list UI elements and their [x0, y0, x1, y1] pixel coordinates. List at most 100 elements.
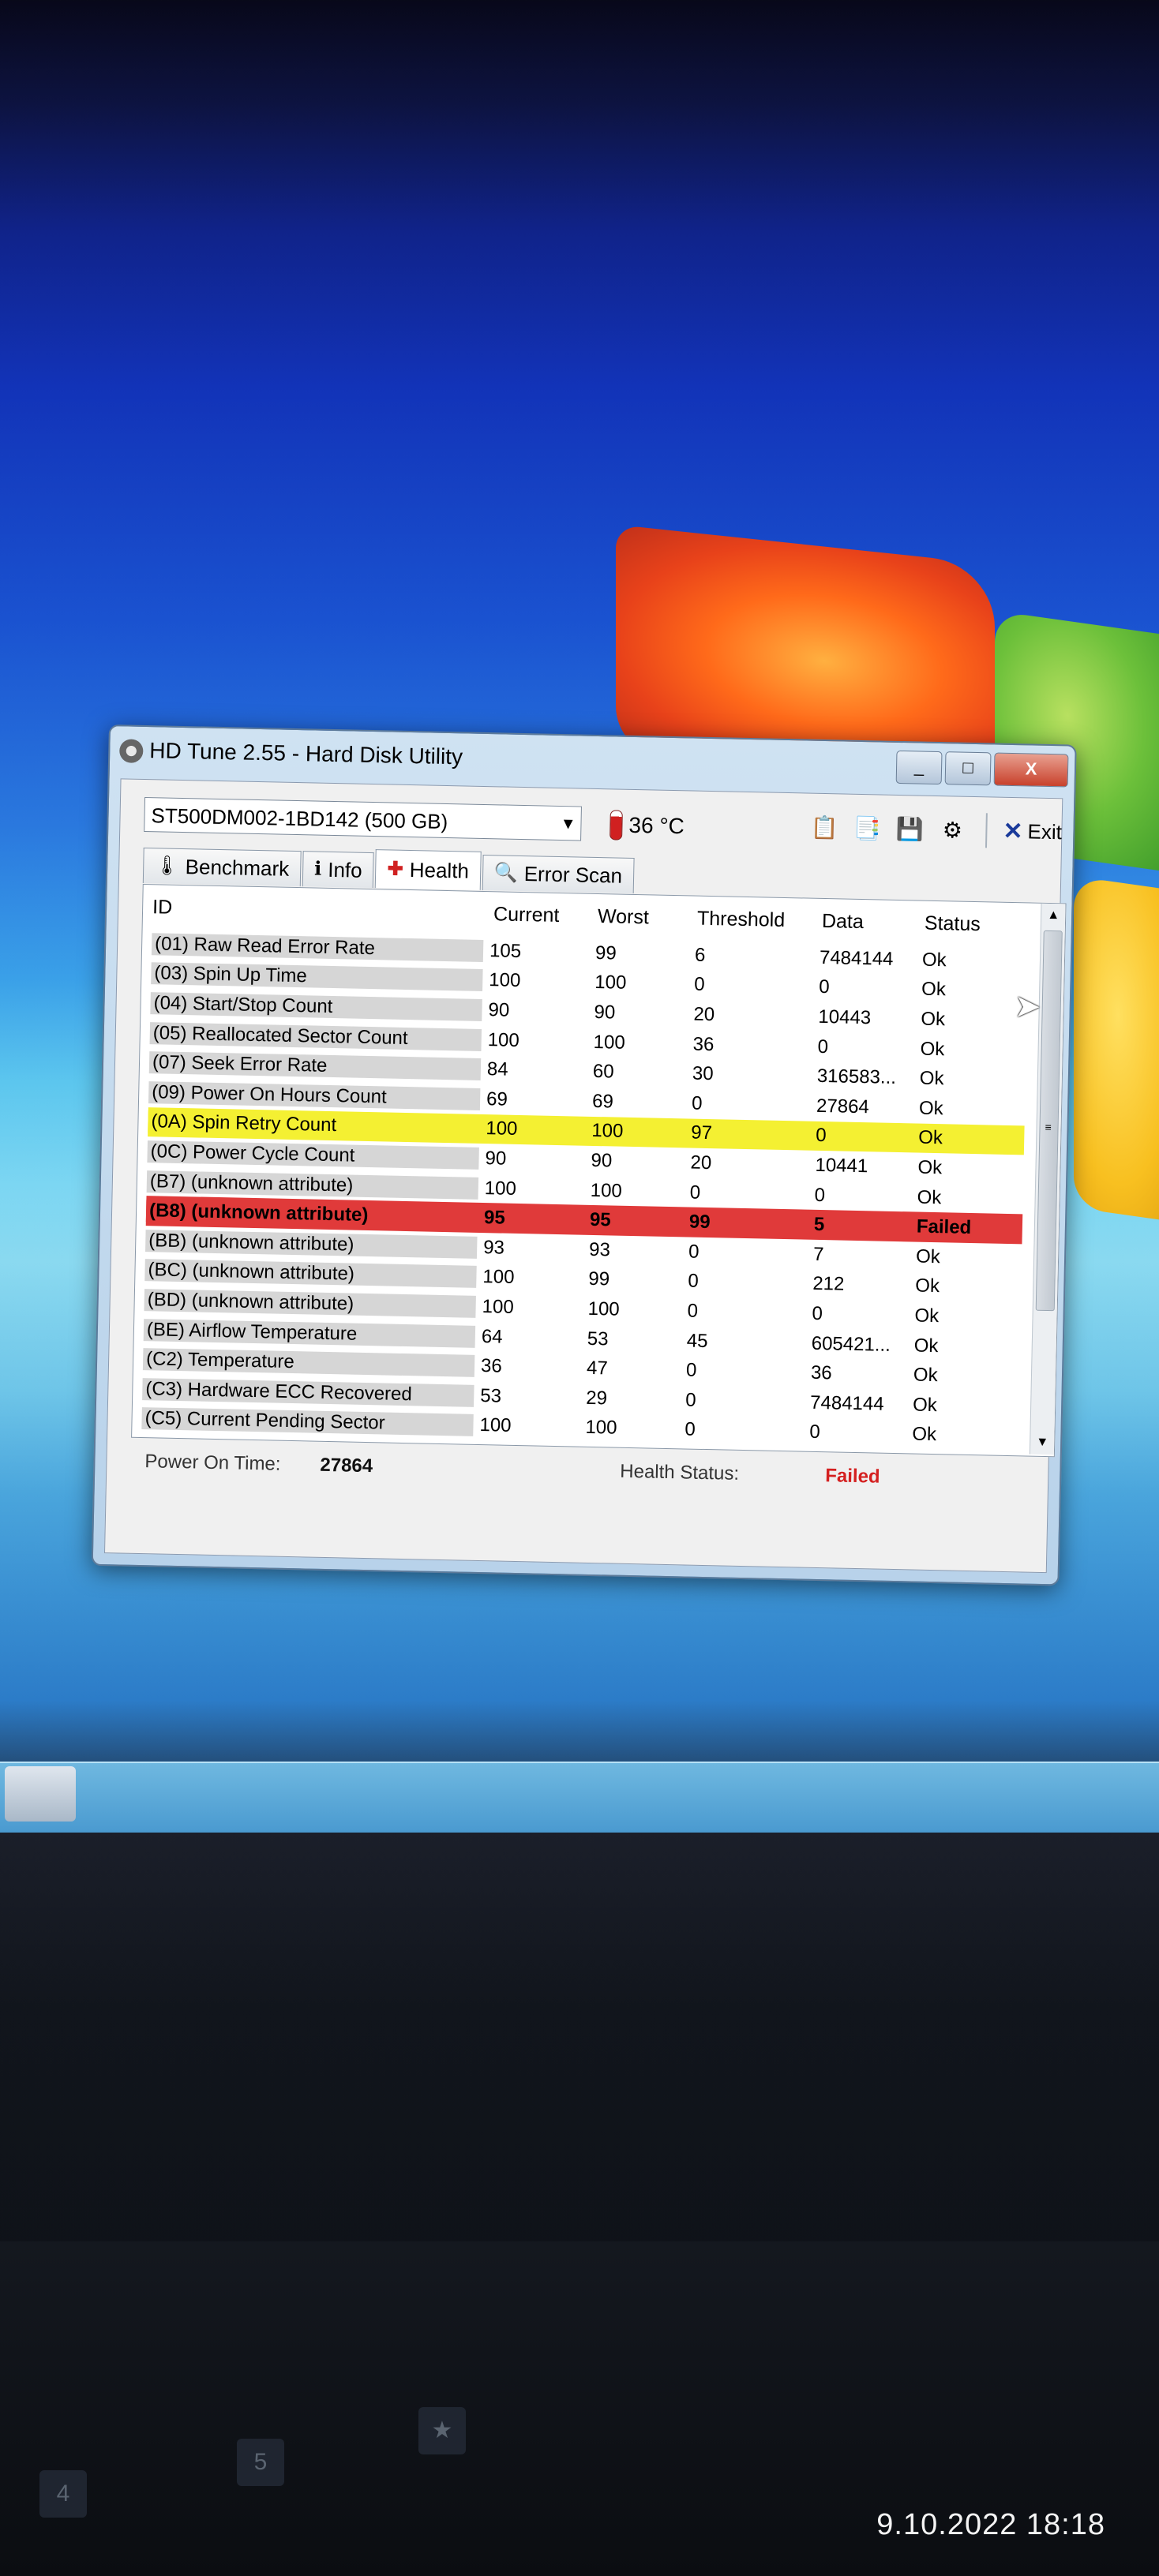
- cell-worst: 90: [591, 1149, 613, 1172]
- cell-threshold: 20: [690, 1151, 712, 1174]
- cell-current: 100: [479, 1414, 512, 1437]
- cell-current: 95: [483, 1207, 506, 1229]
- cell-id: (BE) Airflow Temperature: [143, 1318, 476, 1348]
- mouse-cursor-icon: ➤: [1014, 989, 1041, 1024]
- column-header-status[interactable]: Status: [915, 912, 1030, 937]
- cell-data: 10443: [818, 1005, 872, 1029]
- cell-threshold: 0: [693, 973, 705, 996]
- scroll-down-icon[interactable]: ▼: [1030, 1431, 1055, 1455]
- column-header-worst[interactable]: Worst: [588, 904, 688, 930]
- cell-current: 36: [480, 1355, 503, 1377]
- cell-worst: 99: [595, 942, 617, 964]
- cell-status: Ok: [915, 1245, 941, 1267]
- exit-label: Exit: [1027, 818, 1063, 844]
- error-scan-icon: 🔍: [493, 862, 519, 884]
- drive-select[interactable]: ST500DM002-1BD142 (500 GB) ▼: [144, 796, 582, 841]
- cell-data: 27864: [816, 1095, 870, 1118]
- cell-data: 0: [818, 976, 830, 998]
- minimize-button[interactable]: _: [895, 750, 943, 785]
- cell-worst: 100: [593, 1031, 626, 1054]
- cell-threshold: 30: [692, 1062, 714, 1085]
- cell-current: 93: [482, 1236, 505, 1259]
- copy-info-icon[interactable]: 📋: [807, 810, 842, 845]
- cell-status: Ok: [921, 949, 947, 972]
- cell-data: 316583...: [816, 1065, 897, 1089]
- cell-threshold: 20: [693, 1003, 715, 1026]
- info-icon: ℹ: [313, 858, 322, 880]
- cell-current: 100: [489, 969, 521, 992]
- scroll-up-icon[interactable]: ▲: [1041, 904, 1066, 928]
- cell-id: (B8) (unknown attribute): [145, 1200, 478, 1230]
- cell-id: (05) Reallocated Sector Count: [149, 1021, 482, 1051]
- cell-threshold: 36: [692, 1033, 715, 1055]
- smart-attributes-table: ID Current Worst Threshold Data Status (…: [131, 883, 1067, 1458]
- scrollbar-thumb[interactable]: ≡: [1035, 930, 1063, 1312]
- cell-data: 36: [810, 1361, 832, 1384]
- cell-threshold: 0: [688, 1241, 700, 1263]
- cell-current: 90: [485, 1148, 507, 1170]
- cell-worst: 100: [595, 972, 627, 994]
- cell-id: (C5) Current Pending Sector: [141, 1407, 474, 1437]
- cell-worst: 90: [594, 1001, 616, 1024]
- cell-threshold: 6: [694, 944, 706, 966]
- cell-data: 0: [812, 1302, 823, 1325]
- vertical-scrollbar[interactable]: ▲ ≡ ▼: [1029, 903, 1066, 1455]
- tab-label: Error Scan: [523, 862, 623, 888]
- cell-id: (0A) Spin Retry Count: [148, 1110, 480, 1140]
- cell-data: 0: [814, 1184, 826, 1206]
- column-header-data[interactable]: Data: [812, 909, 916, 934]
- hdtune-window: HD Tune 2.55 - Hard Disk Utility _ □ X S…: [91, 724, 1077, 1586]
- copy-screenshot-icon[interactable]: 📑: [850, 811, 885, 846]
- window-client-area: ST500DM002-1BD142 (500 GB) ▼ 36 °C 📋 📑 💾…: [104, 778, 1067, 1574]
- exit-button[interactable]: ✕ Exit: [1003, 817, 1062, 846]
- keyboard-key: ★: [418, 2407, 466, 2454]
- maximize-button[interactable]: □: [944, 751, 992, 786]
- close-button[interactable]: X: [993, 752, 1069, 788]
- cell-threshold: 0: [685, 1389, 696, 1411]
- cell-id: (0C) Power Cycle Count: [147, 1140, 479, 1170]
- tab-label: Info: [327, 857, 362, 882]
- cell-current: 100: [486, 1118, 518, 1140]
- chevron-down-icon[interactable]: ▼: [560, 807, 576, 841]
- hdtune-app-icon: [118, 739, 144, 763]
- tab-health[interactable]: ✚ Health: [375, 849, 482, 890]
- health-icon: ✚: [387, 858, 404, 880]
- keyboard-key: 4: [39, 2470, 87, 2518]
- cell-id: (03) Spin Up Time: [151, 962, 483, 992]
- toolbar-separator: [985, 813, 988, 848]
- cell-threshold: 0: [691, 1092, 703, 1114]
- cell-data: 7484144: [809, 1391, 884, 1415]
- grip-icon: ≡: [1045, 1120, 1052, 1134]
- cell-status: Ok: [912, 1394, 938, 1416]
- cell-id: (C3) Hardware ECC Recovered: [142, 1377, 474, 1407]
- column-header-threshold[interactable]: Threshold: [688, 907, 813, 932]
- power-on-value: 27864: [320, 1454, 373, 1477]
- cell-status: Ok: [921, 979, 947, 1001]
- taskbar-app-icon[interactable]: [5, 1766, 76, 1822]
- cell-worst: 60: [592, 1061, 614, 1083]
- cell-status: Ok: [919, 1067, 944, 1090]
- cell-threshold: 99: [688, 1211, 711, 1234]
- cell-current: 100: [482, 1266, 515, 1289]
- tab-benchmark[interactable]: 🌡 Benchmark: [142, 847, 302, 887]
- cell-id: (BB) (unknown attribute): [145, 1229, 478, 1259]
- tab-label: Health: [409, 858, 470, 883]
- column-header-id[interactable]: ID: [143, 895, 485, 925]
- health-status-value: Failed: [824, 1465, 880, 1488]
- tab-info[interactable]: ℹ Info: [302, 851, 375, 889]
- column-header-current[interactable]: Current: [484, 903, 589, 928]
- cell-data: 0: [817, 1035, 829, 1058]
- cell-status: Ok: [917, 1156, 943, 1179]
- cell-current: 105: [489, 939, 522, 962]
- cell-data: 7484144: [819, 946, 894, 970]
- toolbar: 📋 📑 💾 ⚙ ✕ Exit: [807, 810, 1062, 850]
- keyboard-key: 5: [237, 2439, 284, 2486]
- cell-worst: 100: [590, 1179, 623, 1202]
- save-icon[interactable]: 💾: [892, 811, 928, 847]
- cell-worst: 47: [586, 1357, 609, 1380]
- tab-error-scan[interactable]: 🔍 Error Scan: [482, 854, 635, 893]
- cell-threshold: 0: [687, 1300, 699, 1322]
- cell-id: (09) Power On Hours Count: [148, 1080, 481, 1110]
- table-body: (01) Raw Read Error Rate 105 99 6 7484144 Ok (…: [141, 929, 1028, 1451]
- options-icon[interactable]: ⚙: [935, 812, 970, 848]
